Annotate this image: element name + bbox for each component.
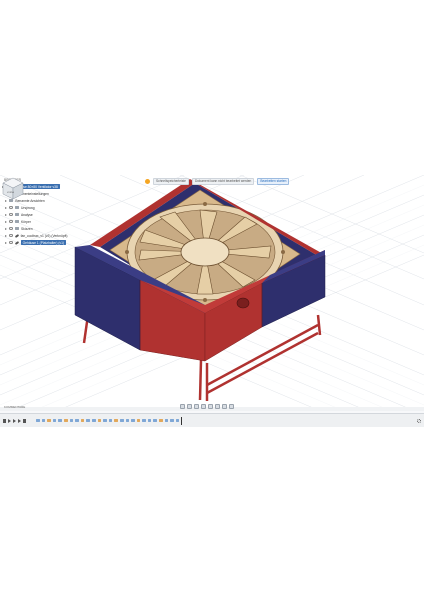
- eye-icon[interactable]: [9, 241, 13, 244]
- view-cube[interactable]: VORNE: [0, 175, 26, 201]
- timeline-feature[interactable]: [58, 418, 62, 423]
- step-forward-icon[interactable]: [18, 418, 21, 423]
- view-cube-face-label: VORNE: [7, 192, 15, 194]
- timeline-feature[interactable]: [91, 418, 96, 423]
- timeline-feature[interactable]: [103, 418, 107, 423]
- browser-item-housing[interactable]: Gehäuse 1 (Platzhalter) (v1): [2, 239, 84, 246]
- grid-settings-icon[interactable]: [222, 404, 227, 409]
- step-first-icon[interactable]: [3, 418, 6, 423]
- timeline-feature[interactable]: [86, 418, 90, 423]
- browser-item-origin[interactable]: Ursprung: [2, 204, 84, 211]
- 3d-viewport[interactable]: Schnellspeicherleiste Dokument kann nich…: [0, 175, 424, 407]
- eye-icon[interactable]: [9, 213, 13, 216]
- timeline-feature[interactable]: [47, 418, 51, 423]
- browser-item-sketches[interactable]: Skizzen: [2, 225, 84, 232]
- expand-icon[interactable]: [5, 220, 7, 223]
- step-back-icon[interactable]: [8, 418, 11, 423]
- timeline-feature[interactable]: [119, 418, 124, 423]
- pan-icon[interactable]: [194, 404, 199, 409]
- timeline-feature[interactable]: [159, 418, 163, 423]
- zoom-icon[interactable]: [201, 404, 206, 409]
- notification-strip: Schnellspeicherleiste Dokument kann nich…: [145, 177, 290, 185]
- viewports-icon[interactable]: [229, 404, 234, 409]
- browser-item-label: Skizzen: [20, 226, 33, 231]
- timeline-marker[interactable]: [181, 416, 183, 425]
- eye-icon[interactable]: [9, 220, 13, 223]
- timeline-feature[interactable]: [147, 418, 152, 423]
- eye-icon[interactable]: [9, 227, 13, 230]
- gear-icon[interactable]: [417, 418, 421, 423]
- readonly-message: Dokument kann nicht bearbeitet werden: [191, 177, 255, 185]
- link-icon: [14, 240, 19, 245]
- browser-item-label: Körper: [20, 219, 31, 224]
- cable-hole: [236, 297, 250, 309]
- comments-label: KOMMENTARE: [4, 405, 26, 409]
- timeline: [0, 413, 424, 427]
- orbit-icon[interactable]: [180, 404, 185, 409]
- timeline-feature[interactable]: [97, 418, 102, 423]
- expand-icon[interactable]: [5, 234, 7, 237]
- start-editing-button[interactable]: Bearbeiten starten: [257, 177, 290, 185]
- browser-item-label: Ursprung: [20, 205, 35, 210]
- fit-icon[interactable]: [208, 404, 213, 409]
- fusion-window: Schnellspeicherleiste Dokument kann nich…: [0, 175, 424, 427]
- display-settings-icon[interactable]: [215, 404, 220, 409]
- expand-icon[interactable]: [5, 241, 7, 244]
- expand-icon[interactable]: [5, 213, 7, 216]
- browser-item-label: Analyse: [20, 212, 33, 217]
- eye-icon[interactable]: [9, 206, 13, 209]
- timeline-feature[interactable]: [80, 418, 85, 423]
- warning-icon: [145, 178, 150, 184]
- look-at-icon[interactable]: [187, 404, 192, 409]
- timeline-feature[interactable]: [153, 418, 158, 423]
- folder-icon: [14, 212, 19, 217]
- timeline-feature[interactable]: [175, 418, 180, 423]
- timeline-feature[interactable]: [75, 418, 79, 423]
- browser-item-fan-link[interactable]: fan_cooltrax_v1 (v2) (Verknüpft): [2, 232, 84, 239]
- timeline-feature[interactable]: [131, 418, 135, 423]
- folder-icon: [14, 205, 19, 210]
- timeline-feature[interactable]: [69, 418, 74, 423]
- link-icon: [14, 233, 19, 238]
- timeline-feature[interactable]: [142, 418, 146, 423]
- browser-item-analysis[interactable]: Analyse: [2, 211, 84, 218]
- eye-icon[interactable]: [9, 234, 13, 237]
- timeline-feature[interactable]: [63, 418, 68, 423]
- browser-item-label: fan_cooltrax_v1 (v2) (Verknüpft): [20, 233, 68, 238]
- timeline-feature[interactable]: [52, 418, 57, 423]
- browser-item-label: Gehäuse 1 (Platzhalter) (v1): [20, 240, 67, 245]
- timeline-feature[interactable]: [114, 418, 118, 423]
- navigation-toolbar: [180, 403, 234, 410]
- save-chip[interactable]: Schnellspeicherleiste: [153, 177, 189, 185]
- step-last-icon[interactable]: [23, 418, 26, 423]
- timeline-feature[interactable]: [125, 418, 130, 423]
- timeline-feature[interactable]: [36, 418, 40, 423]
- folder-icon: [14, 226, 19, 231]
- expand-icon[interactable]: [5, 227, 7, 230]
- timeline-feature[interactable]: [136, 418, 141, 423]
- expand-icon[interactable]: [5, 206, 7, 209]
- play-icon[interactable]: [13, 418, 16, 423]
- timeline-feature[interactable]: [164, 418, 169, 423]
- folder-icon: [14, 219, 19, 224]
- timeline-feature[interactable]: [170, 418, 174, 423]
- timeline-feature[interactable]: [41, 418, 46, 423]
- browser-item-bodies[interactable]: Körper: [2, 218, 84, 225]
- timeline-feature[interactable]: [108, 418, 113, 423]
